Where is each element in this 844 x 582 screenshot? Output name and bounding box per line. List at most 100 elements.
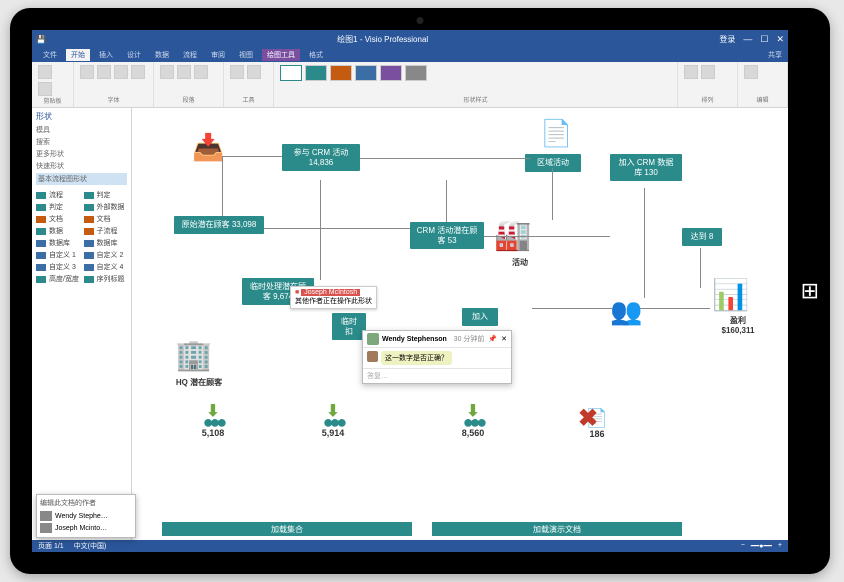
tab-insert[interactable]: 插入 [94,49,118,61]
zoom-out-button[interactable]: − [741,542,745,550]
tab-review[interactable]: 审阅 [206,49,230,61]
drawing-canvas[interactable]: 📥 📄 🏭 🏢 👥 📊 参与 CRM 活动 14,836 原始潜在顾客 33,0… [132,108,788,540]
pin-icon[interactable]: 📌 [488,335,497,343]
shape-item[interactable]: 外部数据 [84,202,128,212]
shape-item[interactable]: 判定 [84,190,128,200]
tab-process[interactable]: 流程 [178,49,202,61]
maximize-button[interactable]: ☐ [760,34,768,45]
minimize-button[interactable]: — [743,34,752,45]
chat-body: 这一数字是否正确？ [363,348,511,368]
chat-popup: Wendy Stephenson 30 分钟前 📌 ✕ 这一数字是否正确？ 答复… [362,330,512,384]
bold-icon[interactable] [97,65,111,79]
node-temp-hold[interactable]: 临时扣 [332,313,366,340]
paste-icon[interactable] [38,65,52,79]
pointer-icon[interactable] [230,65,244,79]
node-reach[interactable]: 达到 8 [682,228,722,246]
node-crm-db[interactable]: 加入 CRM 数据库 130 [610,154,682,181]
shapes-section-selected[interactable]: 基本流程图形状 [36,173,127,185]
document-icon[interactable]: 📄 [540,118,572,149]
share-button[interactable]: 共享 [768,50,782,60]
tab-data[interactable]: 数据 [150,49,174,61]
shape-item[interactable]: 文档 [36,214,80,224]
shape-item[interactable]: 判定 [36,202,80,212]
align-center-icon[interactable] [177,65,191,79]
statusbar: 页面 1/1 中文(中国) − ━━●━━ + [32,540,788,552]
tab-format[interactable]: 格式 [304,49,328,61]
coauthors-title: 编辑此文档的作者 [40,498,132,508]
node-crm-activity-leads[interactable]: CRM 活动潜在顾客 53 [410,222,484,249]
shapes-section[interactable]: 快速形状 [36,161,127,171]
tab-file[interactable]: 文件 [38,49,62,61]
shape-item[interactable]: 文档 [84,214,128,224]
align-left-icon[interactable] [160,65,174,79]
label-profit-value: $160,311 [714,326,762,336]
find-icon[interactable] [744,65,758,79]
tab-view[interactable]: 视图 [234,49,258,61]
connector [552,168,553,220]
close-button[interactable]: ✕ [776,34,784,45]
shapes-section[interactable]: 更多形状 [36,149,127,159]
italic-icon[interactable] [114,65,128,79]
cut-icon[interactable] [38,82,52,96]
avatar [367,351,378,362]
x-mark-icon: ✖ [578,404,598,433]
titlebar: 💾 绘图1 - Visio Professional 登录 — ☐ ✕ [32,30,788,48]
color-icon[interactable] [131,65,145,79]
style-swatch[interactable] [380,65,402,81]
shape-item[interactable]: 自定义 3 [36,262,80,272]
shapes-panel: 形状 模具 搜索 更多形状 快速形状 基本流程图形状 流程 判定 文档 数据 数… [32,108,132,540]
chart-icon[interactable]: 📊 [712,278,749,313]
node-region-activity[interactable]: 区域活动 [525,154,581,172]
connector-icon[interactable] [247,65,261,79]
zoom-in-button[interactable]: + [778,542,782,550]
chat-close-button[interactable]: ✕ [501,335,507,343]
inbox-icon[interactable]: 📥 [192,132,224,163]
coauthor-item[interactable]: Joseph Mcinto… [40,522,132,534]
signin-link[interactable]: 登录 [719,34,735,45]
connector [532,308,612,309]
shape-item[interactable]: 自定义 2 [84,250,128,260]
shape-item[interactable]: 自定义 4 [84,262,128,272]
style-swatch[interactable] [330,65,352,81]
shape-item[interactable]: 高度/宽度 [36,274,80,284]
font-icon[interactable] [80,65,94,79]
shapes-section[interactable]: 模具 [36,125,127,135]
shape-item[interactable]: 自定义 1 [36,250,80,260]
shapes-section[interactable]: 搜索 [36,137,127,147]
align-right-icon[interactable] [194,65,208,79]
label-activity: 活动 [500,254,540,272]
style-swatch[interactable] [280,65,302,81]
building-icon[interactable]: 🏢 [175,338,212,373]
node-raw-leads[interactable]: 原始潜在顾客 33,098 [174,216,264,234]
style-swatch[interactable] [355,65,377,81]
shape-item[interactable]: 数据库 [36,238,80,248]
style-swatch[interactable] [305,65,327,81]
avatar [367,333,379,345]
shape-item[interactable]: 序列标题 [84,274,128,284]
chat-reply-input[interactable]: 答复… [363,368,511,383]
node-join[interactable]: 加入 [462,308,498,326]
shape-item[interactable]: 流程 [36,190,80,200]
shape-label: 流程 [49,190,63,200]
shape-item[interactable]: 数据库 [84,238,128,248]
people-chat-icon[interactable]: 👥 [610,296,642,327]
bottom-banner: 加载演示文档 [432,522,682,536]
arrange-icon[interactable] [684,65,698,79]
ribbon-label-arrange: 排列 [684,95,731,104]
coauthor-name: Wendy Stephe… [55,513,108,520]
group-icon[interactable] [701,65,715,79]
coauthor-item[interactable]: Wendy Stephe… [40,510,132,522]
tab-home[interactable]: 开始 [66,49,90,61]
ribbon-tabs: 文件 开始 插入 设计 数据 流程 审阅 视图 绘图工具 格式 共享 [32,48,788,62]
shape-label: 判定 [97,190,111,200]
label-profit-text: 盈利 [714,316,762,326]
chat-message: 这一数字是否正确？ [381,351,452,365]
quick-access-save-icon[interactable]: 💾 [36,35,46,44]
shape-label: 自定义 3 [49,262,76,272]
zoom-slider[interactable]: ━━●━━ [751,542,772,550]
shape-item[interactable]: 子流程 [84,226,128,236]
shape-item[interactable]: 数据 [36,226,80,236]
tab-design[interactable]: 设计 [122,49,146,61]
node-crm-activity[interactable]: 参与 CRM 活动 14,836 [282,144,360,171]
style-swatch[interactable] [405,65,427,81]
